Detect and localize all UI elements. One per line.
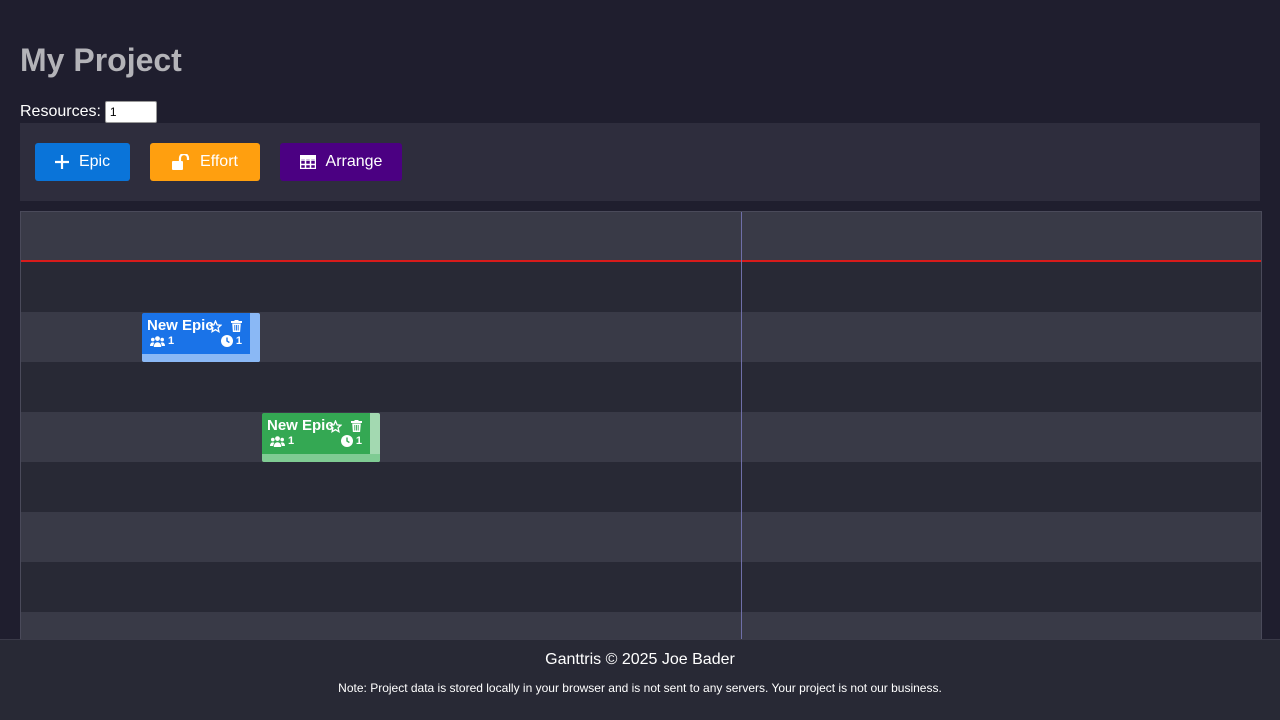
star-icon[interactable]: [329, 419, 342, 433]
gantt-board: New Epic 1 1 New Epic 1 1: [20, 211, 1262, 641]
effort-label: Effort: [200, 153, 238, 170]
epic-card[interactable]: New Epic 1 1: [142, 313, 260, 362]
gantt-row: [21, 412, 1261, 462]
gantt-row: [21, 512, 1261, 562]
epic-card[interactable]: New Epic 1 1: [262, 413, 380, 462]
effort-button[interactable]: Effort: [150, 143, 260, 181]
trash-icon[interactable]: [351, 420, 362, 432]
users-icon: [150, 335, 165, 347]
star-icon[interactable]: [209, 319, 222, 333]
gantt-row: [21, 612, 1261, 641]
epic-resources-value: 1: [168, 335, 175, 347]
add-epic-button[interactable]: Epic: [35, 143, 130, 181]
epic-effort: 1: [340, 435, 362, 447]
gantt-row: [21, 362, 1261, 412]
footer-copyright: Ganttris © 2025 Joe Bader: [545, 651, 735, 668]
clock-icon: [220, 335, 233, 347]
timeline-header: [21, 212, 1261, 261]
add-epic-label: Epic: [78, 153, 111, 170]
gantt-row: [21, 462, 1261, 512]
toolbar: Epic Effort Arrange: [20, 123, 1260, 201]
gantt-row: [21, 262, 1261, 312]
epic-resources-value: 1: [288, 435, 295, 447]
arrange-button[interactable]: Arrange: [280, 143, 402, 181]
period-divider: [741, 212, 742, 641]
page-title: My Project: [20, 42, 182, 78]
resources-input[interactable]: [104, 101, 157, 123]
users-icon: [270, 435, 285, 447]
trash-icon[interactable]: [231, 320, 242, 332]
epic-resources: 1: [150, 335, 174, 347]
table-icon: [299, 155, 316, 169]
arrange-label: Arrange: [325, 153, 383, 170]
footer: Ganttris © 2025 Joe Bader Note: Project …: [0, 639, 1280, 720]
epic-effort-value: 1: [355, 435, 362, 447]
today-line: [21, 260, 1261, 262]
resources-control: Resources:: [20, 101, 157, 123]
epic-effort-value: 1: [235, 335, 242, 347]
unlock-icon: [172, 154, 190, 170]
plus-icon: [54, 155, 69, 169]
resize-handle-bottom[interactable]: [262, 454, 380, 462]
resources-label: Resources:: [20, 103, 101, 120]
gantt-row: [21, 562, 1261, 612]
epic-resources: 1: [270, 435, 294, 447]
clock-icon: [340, 435, 353, 447]
epic-effort: 1: [220, 335, 242, 347]
epic-name[interactable]: New Epic: [267, 418, 335, 434]
resize-handle-bottom[interactable]: [142, 354, 260, 362]
footer-note: Note: Project data is stored locally in …: [338, 681, 942, 695]
epic-name[interactable]: New Epic: [147, 318, 215, 334]
